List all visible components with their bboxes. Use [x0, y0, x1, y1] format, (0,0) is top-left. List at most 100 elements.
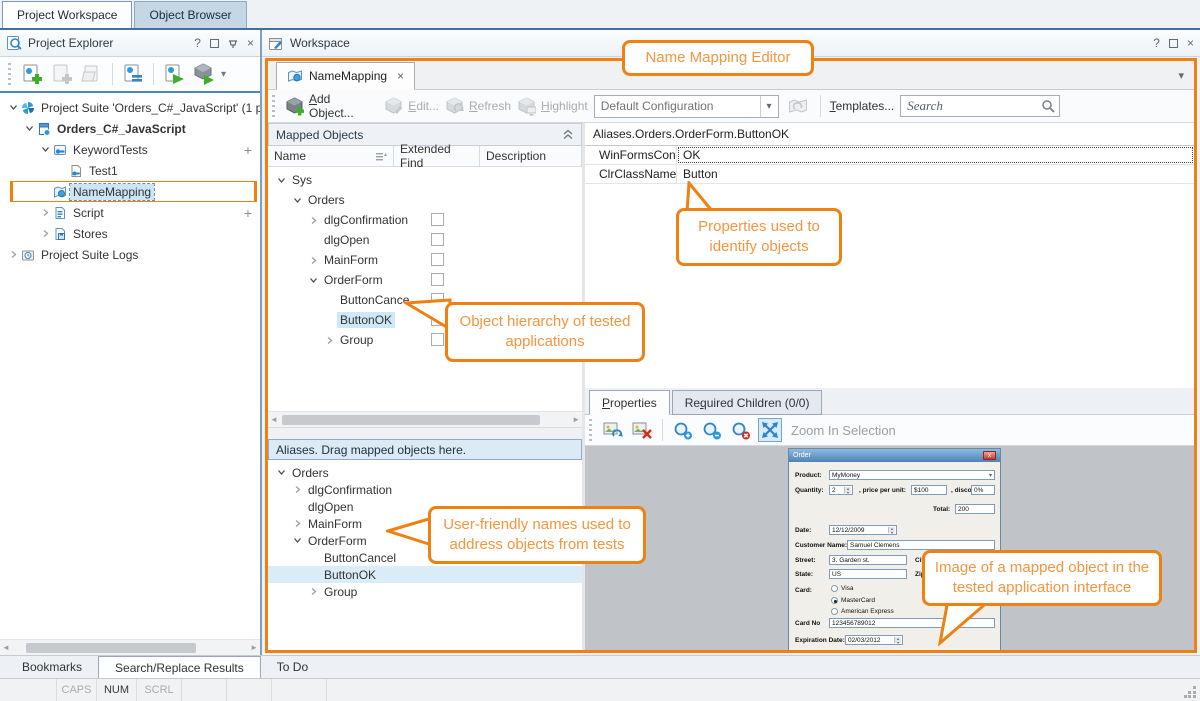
mapped-objects-hscrollbar[interactable]: ◄ ► [268, 411, 582, 427]
help-icon[interactable]: ? [1153, 37, 1160, 49]
scrollbar-thumb[interactable] [26, 643, 196, 653]
chevron-expanded-icon[interactable] [6, 103, 21, 112]
extended-find-checkbox[interactable] [431, 213, 444, 226]
templates-button[interactable]: Templates... [830, 99, 895, 113]
chevron-expanded-icon[interactable] [22, 124, 37, 133]
tree-item-orders-c-javascript[interactable]: Orders_C#_JavaScript [0, 118, 260, 139]
tree-item-dlgopen[interactable]: dlgOpen [268, 230, 582, 250]
tree-item-test1[interactable]: Test1 [0, 160, 260, 181]
refresh-button[interactable]: Refresh [445, 97, 511, 116]
tree-item-project-suite-logs[interactable]: Project Suite Logs [0, 244, 260, 265]
property-row-winformscontro[interactable]: WinFormsControOK [585, 146, 1194, 165]
organize-tests-button[interactable] [120, 61, 146, 87]
extended-find-checkbox[interactable] [431, 253, 444, 266]
tree-item-sys[interactable]: Sys [268, 170, 582, 190]
chevron-collapsed-icon[interactable] [306, 216, 321, 225]
chevron-collapsed-icon[interactable] [306, 256, 321, 265]
tree-item-orders[interactable]: Orders [268, 190, 582, 210]
chevron-expanded-icon[interactable] [274, 468, 289, 477]
scroll-right-icon[interactable]: ► [572, 416, 580, 424]
delete-image-button[interactable] [630, 418, 654, 442]
edit-button[interactable]: Edit... [384, 97, 439, 116]
tree-item-orders[interactable]: Orders [268, 464, 582, 481]
scroll-left-icon[interactable]: ◄ [2, 644, 10, 652]
add-child-icon[interactable]: + [244, 205, 252, 221]
chevron-expanded-icon[interactable] [290, 536, 305, 545]
add-object-button[interactable]: Add Object... [285, 92, 378, 120]
add-child-icon[interactable]: + [244, 142, 252, 158]
bottom-tab-search-replace-results[interactable]: Search/Replace Results [98, 656, 261, 678]
configuration-select[interactable]: Default Configuration ▾ [594, 95, 779, 118]
scrollbar-thumb[interactable] [282, 415, 540, 425]
zoom-in-selection-button[interactable] [758, 418, 782, 442]
chevron-expanded-icon[interactable] [306, 276, 321, 285]
close-icon[interactable]: × [1187, 37, 1194, 49]
tab-close-icon[interactable]: × [393, 69, 404, 83]
chevron-collapsed-icon[interactable] [306, 587, 321, 596]
refresh-mapping-button[interactable] [785, 93, 811, 119]
tree-item-dlgconfirmation[interactable]: dlgConfirmation [268, 210, 582, 230]
column-header-description[interactable]: Description [480, 146, 582, 166]
property-value[interactable]: OK [677, 146, 1194, 164]
tab-required-children-0-0[interactable]: Required Children (0/0) [672, 390, 823, 415]
tab-properties[interactable]: Properties [589, 390, 670, 415]
zoom-in-button[interactable] [671, 418, 695, 442]
open-item-button[interactable] [79, 61, 105, 87]
extended-find-checkbox[interactable] [431, 333, 444, 346]
column-header-name[interactable]: Name [268, 146, 394, 166]
chevron-collapsed-icon[interactable] [38, 229, 53, 238]
run-test-button[interactable] [191, 61, 217, 87]
property-value[interactable]: Button [677, 165, 1194, 183]
search-field[interactable] [900, 95, 1060, 117]
chevron-collapsed-icon[interactable] [38, 208, 53, 217]
tree-item-project-suite-orders-c-javascript-1-proje[interactable]: Project Suite 'Orders_C#_JavaScript' (1 … [0, 97, 260, 118]
tab-namemapping[interactable]: NameMapping × [276, 62, 415, 90]
chevron-collapsed-icon[interactable] [322, 336, 337, 345]
window-tab-object-browser[interactable]: Object Browser [134, 1, 246, 28]
search-icon[interactable] [1041, 99, 1055, 113]
chevron-expanded-icon[interactable] [38, 145, 53, 154]
toolbar-grip[interactable] [272, 95, 275, 117]
collapse-panel-icon[interactable] [562, 129, 574, 140]
extended-find-checkbox[interactable] [431, 233, 444, 246]
chevron-collapsed-icon[interactable] [6, 250, 21, 259]
bottom-tab-bookmarks[interactable]: Bookmarks [6, 656, 98, 678]
tree-item-dlgconfirmation[interactable]: dlgConfirmation [268, 481, 582, 498]
tree-item-script[interactable]: Script+ [0, 202, 260, 223]
bottom-tab-to-do[interactable]: To Do [261, 656, 324, 678]
resize-grip[interactable] [1184, 685, 1197, 698]
zoom-out-button[interactable] [700, 418, 724, 442]
maximize-icon[interactable] [1169, 39, 1178, 48]
combo-caret-icon[interactable]: ▾ [760, 96, 778, 117]
tab-list-caret-icon[interactable]: ▾ [1178, 69, 1184, 82]
search-input[interactable] [907, 98, 1041, 114]
add-project-button[interactable] [19, 61, 45, 87]
toolbar-grip[interactable] [589, 419, 592, 441]
scroll-left-icon[interactable]: ◄ [270, 416, 278, 424]
help-icon[interactable]: ? [194, 37, 201, 49]
tree-item-buttonok[interactable]: ButtonOK [268, 566, 582, 583]
highlight-button[interactable]: Highlight [517, 97, 588, 116]
chevron-expanded-icon[interactable] [274, 176, 289, 185]
run-dropdown-caret-icon[interactable]: ▾ [221, 69, 226, 80]
toolbar-grip[interactable] [8, 63, 11, 85]
run-project-button[interactable] [161, 61, 187, 87]
column-header-extended-find[interactable]: Extended Find [394, 146, 480, 166]
project-explorer-hscrollbar[interactable]: ◄ ► [0, 639, 260, 655]
chevron-collapsed-icon[interactable] [290, 519, 305, 528]
pin-icon[interactable] [228, 37, 238, 49]
chevron-collapsed-icon[interactable] [290, 485, 305, 494]
scroll-right-icon[interactable]: ► [250, 644, 258, 652]
tree-item-stores[interactable]: Stores [0, 223, 260, 244]
maximize-icon[interactable] [210, 39, 219, 48]
property-row-clrclassname[interactable]: ClrClassNameButton [585, 165, 1194, 184]
tree-item-keywordtests[interactable]: KeywordTests+ [0, 139, 260, 160]
window-tab-project-workspace[interactable]: Project Workspace [2, 1, 132, 28]
update-image-button[interactable] [601, 418, 625, 442]
chevron-expanded-icon[interactable] [290, 196, 305, 205]
sort-icon[interactable] [376, 152, 387, 161]
add-item-button[interactable] [49, 61, 75, 87]
extended-find-checkbox[interactable] [431, 273, 444, 286]
zoom-reset-button[interactable] [729, 418, 753, 442]
tree-item-orderform[interactable]: OrderForm [268, 270, 582, 290]
